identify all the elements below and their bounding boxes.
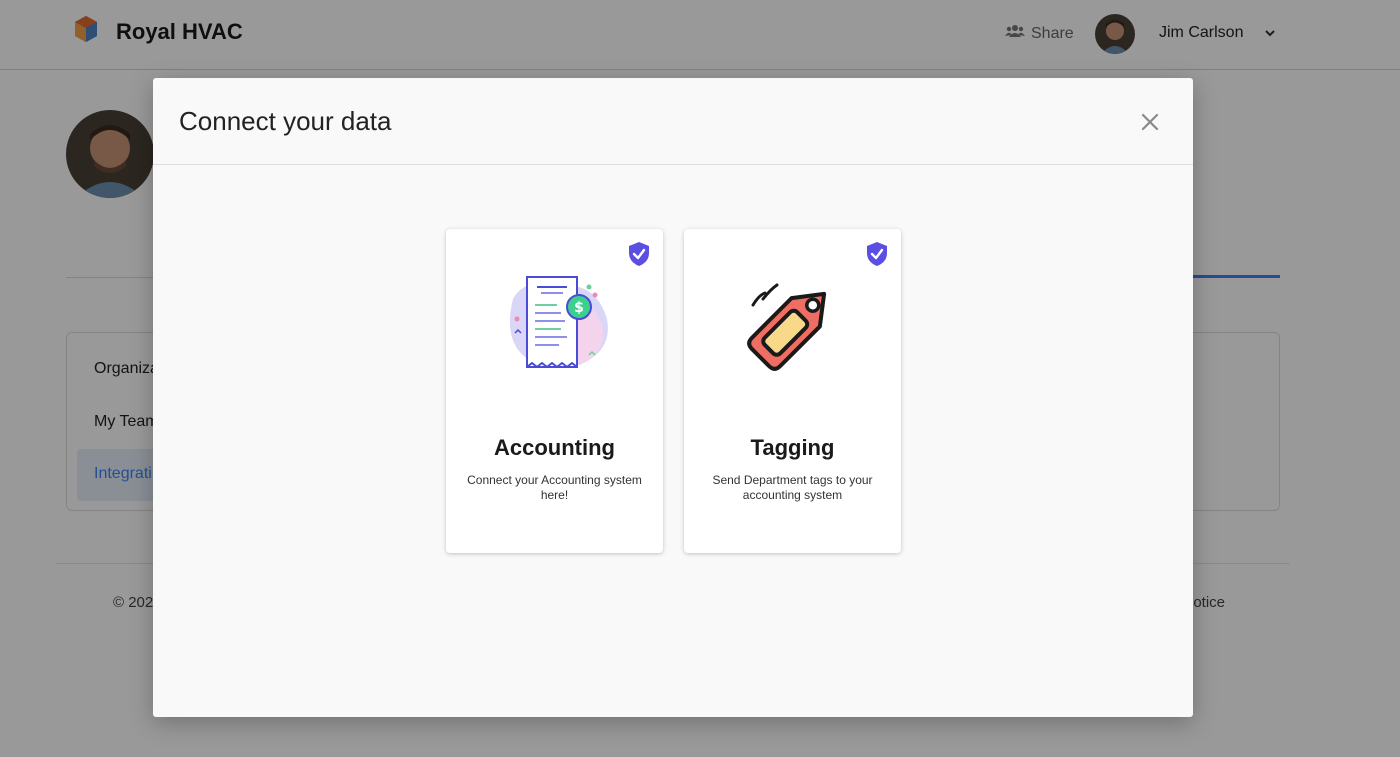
- card-description: Send Department tags to your accounting …: [712, 473, 873, 502]
- connect-data-modal: Connect your data $ Accounting Connect y…: [153, 78, 1193, 717]
- card-title: Tagging: [750, 435, 835, 460]
- verified-shield-icon: [866, 241, 888, 272]
- receipt-icon: $: [495, 269, 615, 384]
- card-description: Connect your Accounting system here!: [467, 473, 642, 502]
- tag-icon: [733, 269, 853, 386]
- close-icon[interactable]: [1138, 110, 1162, 134]
- modal-title: Connect your data: [179, 106, 392, 136]
- tagging-card[interactable]: Tagging Send Department tags to your acc…: [684, 229, 901, 553]
- accounting-card[interactable]: $ Accounting Connect your Accounting sys…: [446, 229, 663, 553]
- modal-header: Connect your data: [153, 78, 1193, 165]
- svg-text:$: $: [574, 300, 584, 316]
- verified-shield-icon: [628, 241, 650, 272]
- card-title: Accounting: [494, 435, 615, 460]
